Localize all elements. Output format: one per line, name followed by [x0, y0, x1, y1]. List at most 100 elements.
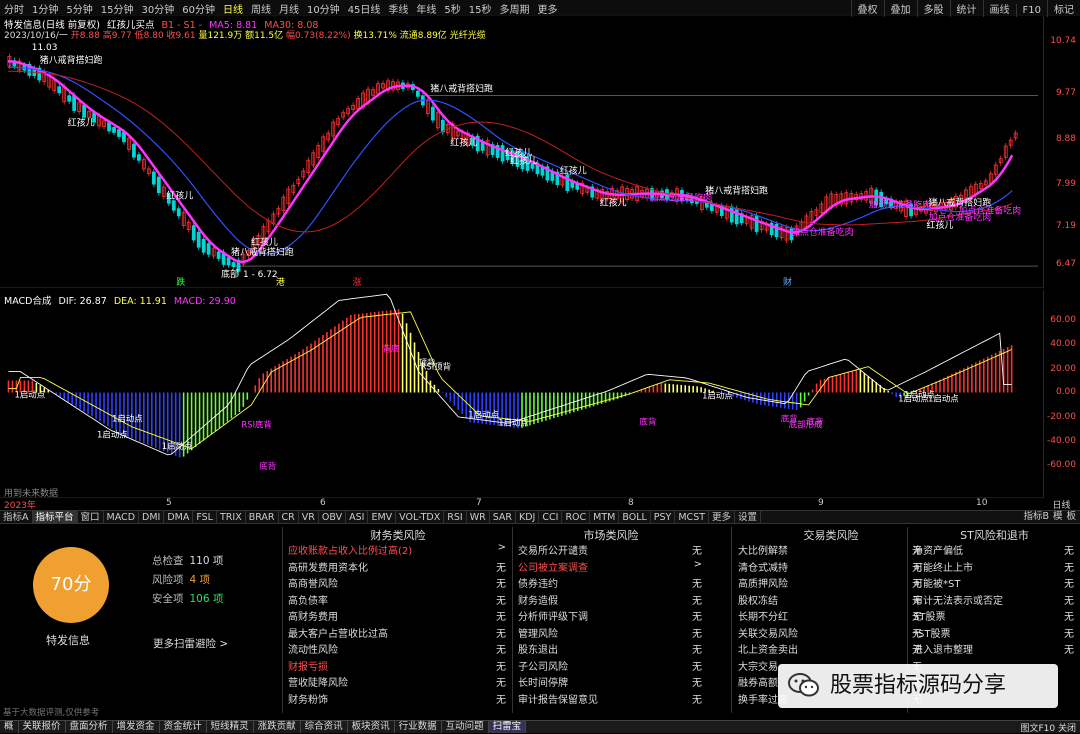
bottom-right-label[interactable]: 图文F10 关闭: [1021, 721, 1077, 734]
risk-row[interactable]: 高研发费用资本化 无: [288, 559, 508, 576]
risk-row[interactable]: 审计报告保留意见 无: [518, 691, 704, 708]
risk-row[interactable]: 管理风险 无: [518, 625, 704, 642]
period-tab[interactable]: 年线: [412, 0, 440, 17]
bottom-tab[interactable]: 资金统计: [160, 721, 207, 733]
tool-button[interactable]: 画线: [982, 0, 1016, 17]
tool-button[interactable]: 标记: [1047, 0, 1080, 17]
indicator-tab[interactable]: OBV: [319, 511, 347, 524]
period-tab[interactable]: 周线: [247, 0, 275, 17]
indicator-tab[interactable]: RSI: [444, 511, 467, 524]
indicator-tab[interactable]: KDJ: [516, 511, 540, 524]
risk-row[interactable]: 长时间停牌 无: [518, 674, 704, 691]
risk-row[interactable]: 股权冻结无: [738, 592, 924, 609]
bottom-tab[interactable]: 关联报价: [19, 721, 66, 733]
period-tab[interactable]: 分时: [0, 0, 28, 17]
indicator-right-tab[interactable]: 模: [1053, 511, 1063, 522]
risk-row[interactable]: ST股票 无: [913, 608, 1076, 625]
indicator-tab[interactable]: TRIX: [217, 511, 246, 524]
indicator-tab[interactable]: 更多: [709, 511, 736, 524]
period-tab[interactable]: 30分钟: [137, 0, 178, 17]
indicator-tab[interactable]: ROC: [562, 511, 591, 524]
period-tab[interactable]: 5分钟: [62, 0, 96, 17]
period-tab[interactable]: 5秒: [440, 0, 464, 17]
risk-row[interactable]: *ST股票 无: [913, 625, 1076, 642]
indicator-tab[interactable]: CR: [279, 511, 299, 524]
indicator-tab[interactable]: VR: [299, 511, 319, 524]
period-tab[interactable]: 60分钟: [178, 0, 219, 17]
indicator-tab[interactable]: 指标平台: [32, 511, 78, 524]
bottom-tab[interactable]: 行业数据: [395, 721, 442, 733]
indicator-tab[interactable]: ASI: [346, 511, 369, 524]
tool-button[interactable]: 多股: [916, 0, 950, 17]
risk-row[interactable]: 关联交易风险无: [738, 625, 924, 642]
bottom-tab[interactable]: 板块资讯: [348, 721, 395, 733]
kline-chart[interactable]: 猪八戒背搭妇跑红孩儿红孩儿猪八戒背搭妇跑红孩儿红孩儿红孩儿加点仓准备吃肉猪八戒背…: [0, 16, 1043, 288]
indicator-tab[interactable]: MTM: [590, 511, 620, 524]
more-scan-link[interactable]: 更多扫雷避险 >: [153, 636, 228, 651]
risk-row[interactable]: 北上资金卖出无: [738, 641, 924, 658]
risk-row[interactable]: 财务造假 无: [518, 592, 704, 609]
indicator-tab[interactable]: CCI: [539, 511, 563, 524]
bottom-tab[interactable]: 扫雷宝: [488, 721, 527, 733]
risk-row[interactable]: 分析师评级下调 无: [518, 608, 704, 625]
period-tab[interactable]: 15分钟: [97, 0, 138, 17]
risk-row[interactable]: 流动性风险 无: [288, 641, 508, 658]
risk-row[interactable]: 最大客户占营收比过高 无: [288, 625, 508, 642]
tool-button[interactable]: 统计: [949, 0, 983, 17]
risk-row[interactable]: 高负债率 无: [288, 592, 508, 609]
risk-row[interactable]: 高商誉风险 无: [288, 575, 508, 592]
risk-row[interactable]: 债券违约 无: [518, 575, 704, 592]
indicator-tab[interactable]: PSY: [651, 511, 676, 524]
period-tab[interactable]: 1分钟: [28, 0, 62, 17]
risk-row[interactable]: 交易所公开谴责 无: [518, 542, 704, 559]
bottom-tab[interactable]: 短线精灵: [207, 721, 254, 733]
period-tab[interactable]: 季线: [384, 0, 412, 17]
risk-row[interactable]: 子公司风险 无: [518, 658, 704, 675]
risk-row[interactable]: 审计无法表示或否定 无: [913, 592, 1076, 609]
macd-name[interactable]: MACD合成: [4, 296, 51, 307]
risk-row[interactable]: 财务粉饰 无: [288, 691, 508, 708]
indicator-tab[interactable]: BOLL: [619, 511, 651, 524]
tool-button[interactable]: 叠加: [883, 0, 917, 17]
indicator-tab[interactable]: MCST: [675, 511, 710, 524]
risk-row[interactable]: 可能被*ST 无: [913, 575, 1076, 592]
risk-row[interactable]: 可能终止上市 无: [913, 559, 1076, 576]
indicator-tab[interactable]: VOL-TDX: [396, 511, 445, 524]
period-tab[interactable]: 更多: [534, 0, 562, 17]
indicator-tab[interactable]: WR: [467, 511, 490, 524]
period-tab[interactable]: 10分钟: [303, 0, 344, 17]
bottom-tab[interactable]: 增发资金: [113, 721, 160, 733]
bottom-tab[interactable]: 盘面分析: [66, 721, 113, 733]
indicator-tab[interactable]: DMI: [139, 511, 165, 524]
indicator-right-tab[interactable]: 板: [1066, 511, 1076, 522]
risk-row[interactable]: 应收账款占收入比例过高(2) >: [288, 542, 508, 559]
indicator-tab[interactable]: MACD: [104, 511, 140, 524]
risk-row[interactable]: 高质押风险无: [738, 575, 924, 592]
risk-row[interactable]: 清仓式减持无: [738, 559, 924, 576]
indicator-tab[interactable]: BRAR: [246, 511, 279, 524]
risk-row[interactable]: 净资产偏低 无: [913, 542, 1076, 559]
risk-row[interactable]: 大比例解禁无: [738, 542, 924, 559]
period-tab[interactable]: 月线: [275, 0, 303, 17]
bottom-tab[interactable]: 互动问题: [442, 721, 489, 733]
risk-row[interactable]: 高财务费用 无: [288, 608, 508, 625]
indicator-right-tab[interactable]: 指标B: [1023, 511, 1049, 522]
bottom-tab[interactable]: 综合资讯: [301, 721, 348, 733]
risk-row[interactable]: 长期不分红无: [738, 608, 924, 625]
indicator-tab[interactable]: SAR: [490, 511, 517, 524]
bottom-tab[interactable]: 涨跌贡献: [254, 721, 301, 733]
indicator-tab[interactable]: 窗口: [78, 511, 104, 524]
period-tab[interactable]: 15秒: [465, 0, 496, 17]
indicator-tab[interactable]: FSL: [193, 511, 217, 524]
risk-row[interactable]: 营收陡降风险 无: [288, 674, 508, 691]
indicator-tab[interactable]: EMV: [368, 511, 397, 524]
tool-button[interactable]: 叠权: [850, 0, 884, 17]
risk-row[interactable]: 股东退出 无: [518, 641, 704, 658]
period-tab[interactable]: 45日线: [344, 0, 385, 17]
risk-row[interactable]: 进入退市整理 无: [913, 641, 1076, 658]
indicator-tab[interactable]: DMA: [164, 511, 194, 524]
indicator-tab[interactable]: 设置: [735, 511, 762, 524]
risk-row[interactable]: 财报亏损 无: [288, 658, 508, 675]
period-tab[interactable]: 多周期: [496, 0, 534, 17]
indicator-tab[interactable]: 指标A: [0, 511, 33, 524]
